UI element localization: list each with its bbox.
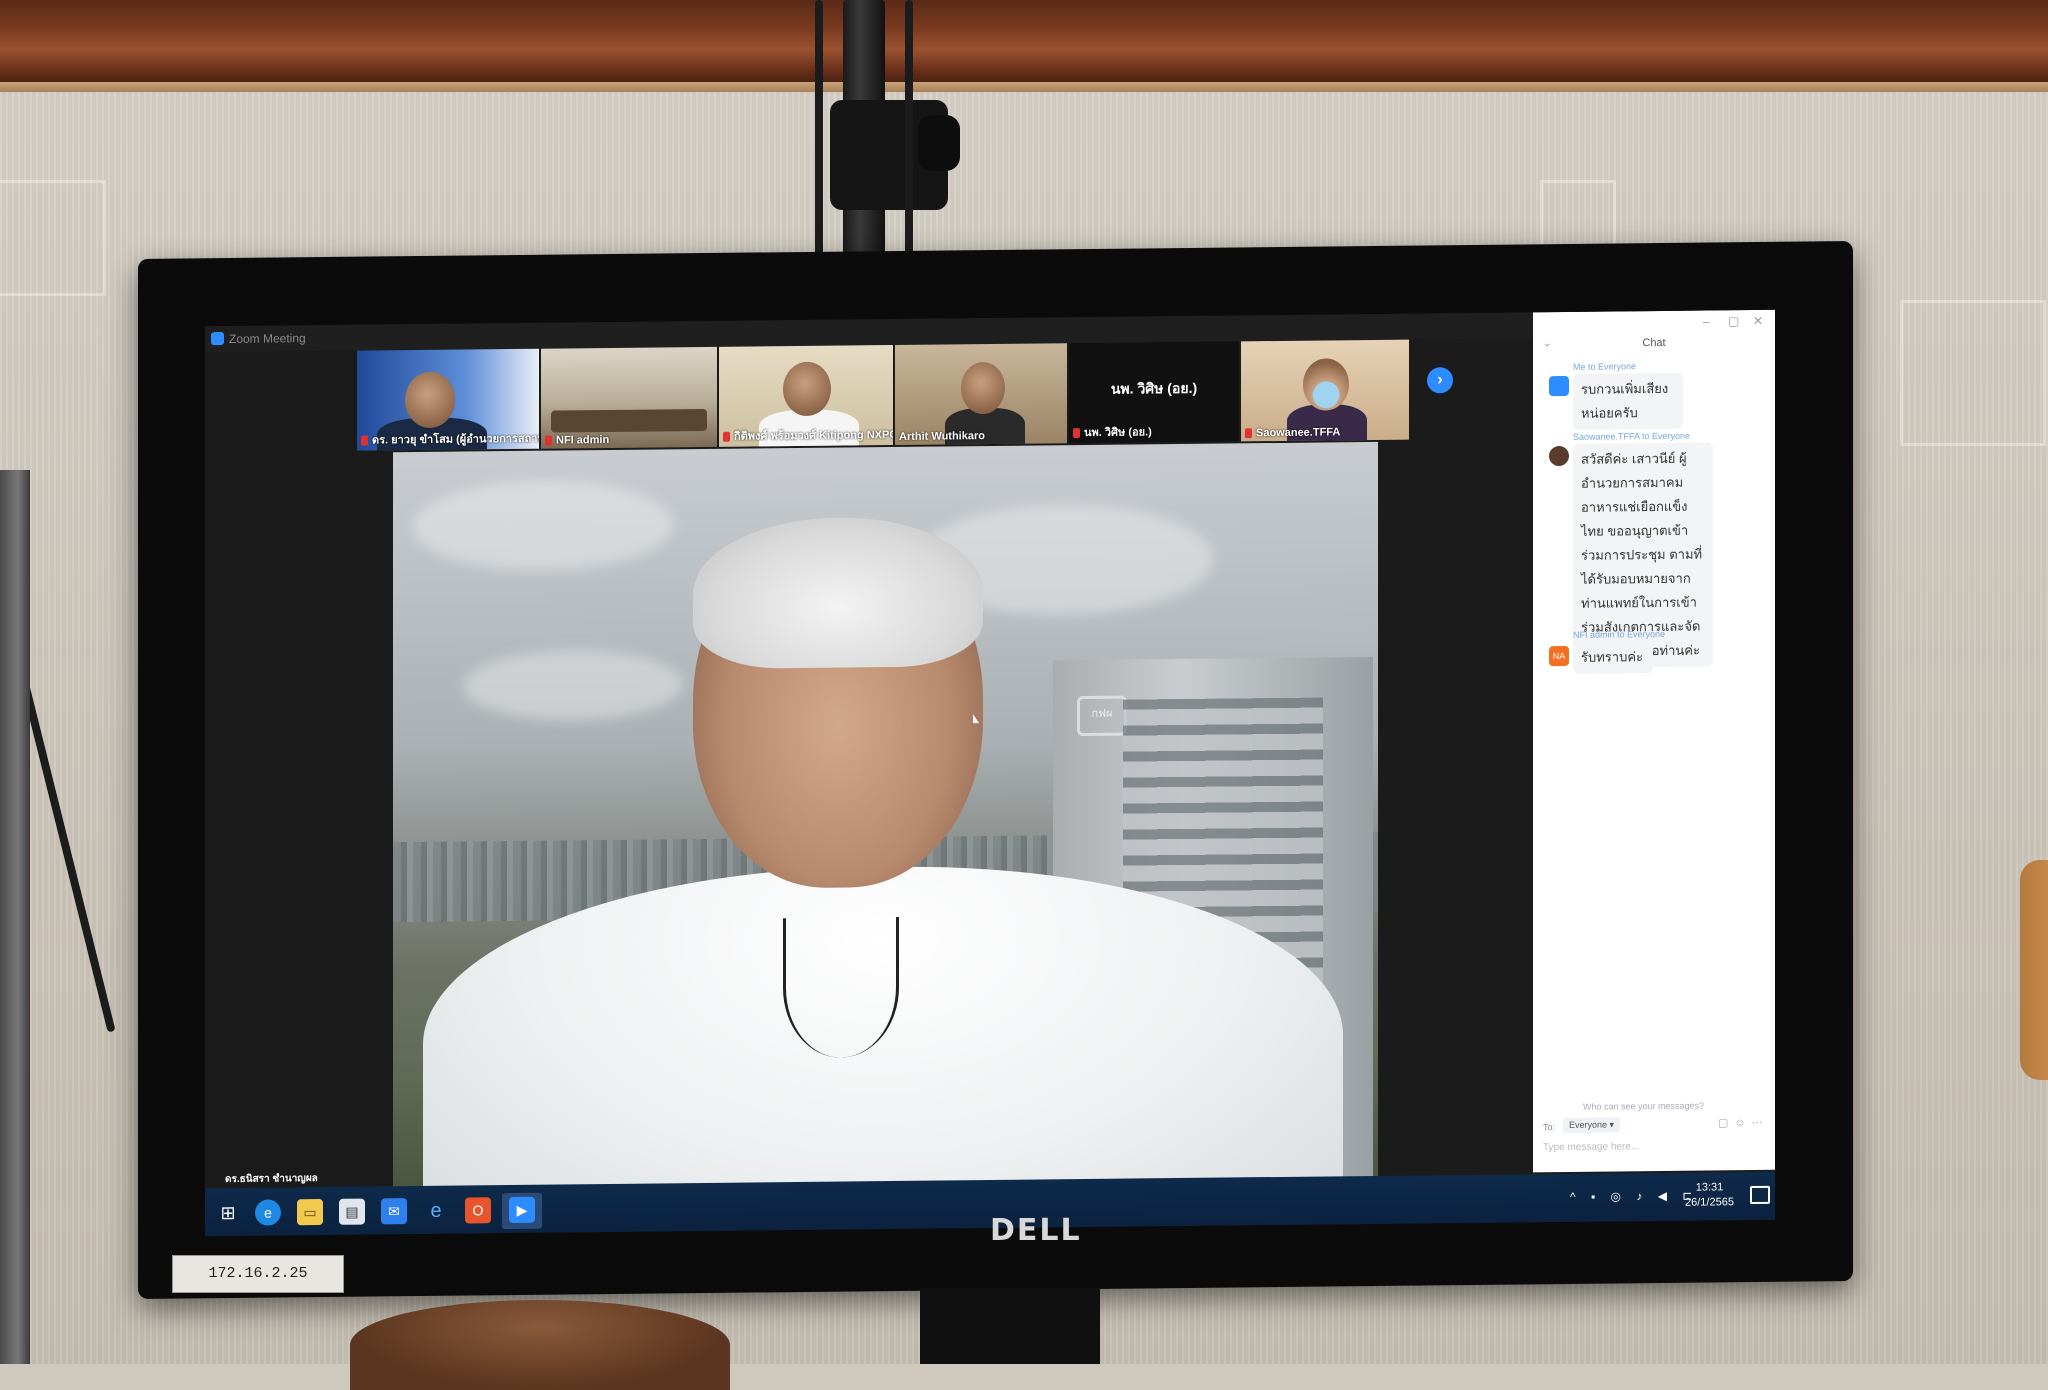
wall-panel [1900, 300, 2046, 446]
clock-date: 26/1/2565 [1685, 1196, 1734, 1209]
participant-name: นพ. วิศิษ (อย.) [1073, 422, 1152, 441]
participant-name: ดร. ยาวยุ ขำโสม (ผู้อำนวยการสถาบันอาหาร) [361, 428, 539, 448]
mouse-cursor-icon [973, 714, 979, 724]
sky-cloud [413, 479, 673, 573]
message-sender: NFI admin to Everyone [1573, 628, 1666, 640]
chat-window-controls: – ▢ ✕ [1533, 310, 1775, 337]
participant-head [783, 361, 831, 417]
chat-panel: – ▢ ✕ ⌄ Chat Me to Everyone รบกวนเพิ่มเส… [1533, 309, 1775, 1173]
zoom-app-icon [211, 332, 224, 346]
zoom-icon[interactable]: ▶ [509, 1196, 535, 1224]
chat-toolbar-icons[interactable]: ▢☺⋯ [1718, 1116, 1769, 1130]
avatar [1549, 445, 1569, 467]
participant-name: Saowanee.TFFA [1245, 426, 1340, 439]
chair [2020, 860, 2048, 1080]
minimize-icon[interactable]: – [1703, 314, 1710, 328]
chat-recipient-select[interactable]: Everyone ▾ [1563, 1117, 1621, 1133]
speaker-hair [693, 516, 983, 670]
chat-message-input[interactable]: Type message here... [1543, 1141, 1639, 1153]
mic-muted-icon [361, 435, 368, 446]
participant-name: NFI admin [545, 434, 609, 447]
building-logo: กฟผ [1077, 695, 1127, 737]
taskbar-clock[interactable]: 13:31 26/1/2565 [1685, 1180, 1734, 1211]
wood-trim [0, 0, 2048, 92]
close-icon[interactable]: ✕ [1753, 314, 1763, 328]
avatar: NA [1549, 645, 1569, 667]
mail-icon[interactable]: ✉ [381, 1198, 407, 1225]
participant-name: Arthit Wuthikaro [899, 430, 985, 443]
participant-tile[interactable]: NFI admin [541, 346, 717, 449]
mic-muted-icon [1245, 428, 1252, 439]
meeting-table [551, 408, 707, 433]
clock-time: 13:31 [1695, 1181, 1724, 1194]
store-icon[interactable]: ▤ [339, 1198, 365, 1225]
cable [905, 0, 913, 260]
participant-head [405, 371, 455, 429]
participant-tile[interactable]: กิติพงศ์ พร้อมวงศ์ Kitipong NXPO [719, 345, 893, 447]
desk-stand [0, 470, 30, 1364]
mic-muted-icon [723, 431, 730, 442]
message-bubble: รบกวนเพิ่มเสียงหน่อยครับ [1573, 372, 1683, 430]
next-participants-button[interactable]: › [1427, 367, 1453, 394]
office-icon[interactable]: O [465, 1197, 491, 1224]
ip-address-sticker: 172.16.2.25 [172, 1255, 344, 1293]
chat-to-label: To: [1543, 1122, 1556, 1133]
avatar [1549, 375, 1569, 397]
self-view-name: ดร.ธนิสรา ชำนาญผล [225, 1173, 318, 1186]
windows-start-icon[interactable]: ⊞ [215, 1200, 241, 1226]
participant-tile[interactable]: นพ. วิศิษ (อย.) นพ. วิศิษ (อย.) [1069, 341, 1239, 444]
screen: Zoom Meeting ดร. ยาวยุ ขำโสม (ผู้อำนวยกา… [205, 309, 1775, 1237]
participant-video-off-label: นพ. วิศิษ (อย.) [1110, 379, 1198, 397]
monitor-stand [920, 1288, 1100, 1364]
edge-browser-icon[interactable]: e [255, 1199, 281, 1226]
message-sender: Saowanee.TFFA to Everyone [1573, 430, 1691, 442]
participant-head [961, 361, 1005, 415]
speaker-lanyard [783, 916, 899, 1059]
mic-muted-icon [1073, 428, 1080, 439]
system-tray-icons[interactable]: ^ ▪ ◎ ♪ ◀ ⊏ [1570, 1189, 1698, 1204]
mic-muted-icon [545, 435, 552, 446]
maximize-icon[interactable]: ▢ [1728, 314, 1739, 328]
wall-panel [0, 180, 106, 296]
chat-title: Chat [1642, 336, 1666, 350]
active-speaker-video[interactable]: กฟผ [393, 441, 1378, 1193]
message-sender: Me to Everyone [1573, 361, 1637, 372]
monitor-brand-logo: DELL [990, 1213, 1082, 1248]
participant-tile[interactable]: Saowanee.TFFA [1241, 339, 1409, 442]
participant-tile[interactable]: ดร. ยาวยุ ขำโสม (ผู้อำนวยการสถาบันอาหาร) [357, 348, 539, 451]
chair-back [350, 1300, 730, 1390]
participant-name: กิติพงศ์ พร้อมวงศ์ Kitipong NXPO [723, 425, 893, 445]
notification-icon[interactable] [1750, 1185, 1770, 1205]
chat-privacy-link[interactable]: Who can see your messages? [1583, 1101, 1704, 1112]
file-explorer-icon[interactable]: ▭ [297, 1198, 323, 1226]
cable [815, 0, 823, 260]
participant-strip: ดร. ยาวยุ ขำโสม (ผู้อำนวยการสถาบันอาหาร)… [357, 339, 1417, 451]
sky-cloud [463, 649, 683, 722]
internet-explorer-icon[interactable]: e [423, 1198, 449, 1224]
monitor-mount-knob [918, 115, 960, 171]
window-title: Zoom Meeting [229, 331, 306, 346]
participant-tile[interactable]: Arthit Wuthikaro [895, 343, 1067, 445]
message-bubble: รับทราบค่ะ [1573, 641, 1653, 674]
participant-head [1303, 358, 1349, 411]
